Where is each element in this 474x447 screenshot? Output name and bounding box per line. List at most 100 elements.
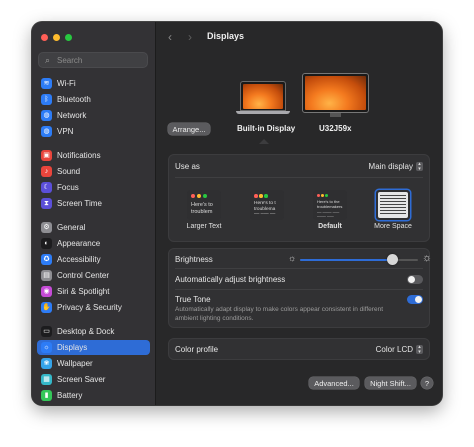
help-button[interactable]: ? (421, 377, 433, 389)
bluetooth-icon: ᛒ (41, 94, 52, 105)
wallpaper-preview (243, 84, 283, 109)
battery-icon: ▮ (41, 390, 52, 401)
divider (175, 268, 423, 269)
minimize-window-button[interactable] (53, 34, 60, 41)
brightness-group: Brightness ☼ ☼ Automatically adjust brig… (168, 248, 432, 328)
red-dot (254, 194, 258, 198)
sun-icon: ☼ (41, 342, 52, 353)
option-label-larger-text: Larger Text (186, 223, 222, 230)
advanced-button[interactable]: Advanced... (309, 377, 359, 389)
monitor-stand (330, 113, 341, 117)
sidebar-item-appearance[interactable]: ◐ Appearance (37, 236, 150, 251)
option-label-default: Default (318, 223, 342, 230)
zoom-window-button[interactable] (65, 34, 72, 41)
sidebar-item-label: Wi-Fi (57, 79, 76, 88)
laptop-base (236, 111, 290, 114)
preview-window (378, 192, 408, 218)
sidebar-item-displays[interactable]: ☼ Displays (37, 340, 150, 355)
sidebar-item-battery[interactable]: ▮ Battery (37, 388, 150, 403)
sidebar-item-label: Siri & Spotlight (57, 287, 110, 296)
color-profile-popup[interactable]: Color LCD ▴ ▾ (376, 345, 423, 354)
yellow-dot (259, 194, 263, 198)
preview-text: Here's to t troublema ‒‒ ‒‒‒ ‒‒ (254, 201, 276, 218)
sidebar-item-notifications[interactable]: ▣ Notifications (37, 148, 150, 163)
forward-button[interactable]: › (188, 30, 192, 44)
sidebar-item-label: Battery (57, 391, 83, 400)
sidebar-item-label: Network (57, 111, 87, 120)
sidebar-item-label: General (57, 223, 86, 232)
chevron-right-icon: › (188, 30, 192, 44)
sidebar-item-bluetooth[interactable]: ᛒ Bluetooth (37, 92, 150, 107)
hourglass-icon: ⧗ (41, 198, 52, 209)
moon-icon: ☾ (41, 182, 52, 193)
brightness-label: Brightness (175, 255, 213, 264)
search-input[interactable] (57, 53, 143, 67)
sidebar-item-label: Displays (57, 343, 88, 352)
red-dot (317, 194, 320, 197)
selection-pointer (259, 139, 269, 144)
globe-icon: ◍ (41, 110, 52, 121)
search-field[interactable]: ⌕ (38, 52, 148, 68)
use-as-popup[interactable]: Main display ▴ ▾ (369, 162, 423, 171)
auto-brightness-label: Automatically adjust brightness (175, 275, 286, 284)
preview-text-lines (380, 195, 406, 215)
sidebar-item-siri-spotlight[interactable]: ◉ Siri & Spotlight (37, 284, 150, 299)
sidebar-item-screen-saver[interactable]: ▦ Screen Saver (37, 372, 150, 387)
auto-brightness-toggle[interactable] (407, 275, 423, 284)
sidebar-item-label: Control Center (57, 271, 110, 280)
brightness-track[interactable] (300, 254, 418, 265)
sidebar-item-label: Wallpaper (57, 359, 93, 368)
sidebar-item-general[interactable]: ⚙ General (37, 220, 150, 235)
toggle-knob (415, 296, 422, 303)
green-dot (264, 194, 268, 198)
true-tone-toggle[interactable] (407, 295, 423, 304)
screen-saver-icon: ▦ (41, 374, 52, 385)
sidebar-item-control-center[interactable]: ▤ Control Center (37, 268, 150, 283)
sidebar-item-wi-fi[interactable]: ≋ Wi-Fi (37, 76, 150, 91)
sidebar-item-sound[interactable]: ♪ Sound (37, 164, 150, 179)
sidebar-item-accessibility[interactable]: ✪ Accessibility (37, 252, 150, 267)
sidebar-item-label: VPN (57, 127, 74, 136)
brightness-slider-knob[interactable] (387, 254, 398, 265)
page-title: Displays (207, 31, 245, 41)
chevron-left-icon: ‹ (168, 30, 172, 44)
sidebar-item-desktop-dock[interactable]: ▭ Desktop & Dock (37, 324, 150, 339)
red-dot (191, 194, 195, 198)
arrange-button[interactable]: Arrange... (168, 123, 210, 135)
true-tone-description: Automatically adapt display to make colo… (175, 306, 383, 322)
yellow-dot (197, 194, 201, 198)
resolution-option-2[interactable]: Here's to t troublema ‒‒ ‒‒‒ ‒‒ (250, 190, 284, 220)
toggle-knob (408, 276, 415, 283)
sidebar-item-privacy-security[interactable]: ✋ Privacy & Security (37, 300, 150, 315)
use-as-value: Main display (368, 162, 413, 171)
sidebar-item-focus[interactable]: ☾ Focus (37, 180, 150, 195)
close-window-button[interactable] (41, 34, 48, 41)
sidebar-item-label: Screen Saver (57, 375, 106, 384)
color-profile-value: Color LCD (375, 345, 413, 354)
sidebar-item-label: Sound (57, 167, 81, 176)
bell-icon: ▣ (41, 150, 52, 161)
sidebar-item-label: Focus (57, 183, 79, 192)
sidebar-item-label: Screen Time (57, 199, 102, 208)
night-shift-button[interactable]: Night Shift... (365, 377, 416, 389)
sidebar-item-screen-time[interactable]: ⧗ Screen Time (37, 196, 150, 211)
green-dot (203, 194, 207, 198)
sidebar-item-wallpaper[interactable]: ❀ Wallpaper (37, 356, 150, 371)
sidebar-item-vpn[interactable]: ◍ VPN (37, 124, 150, 139)
resolution-option-larger-text[interactable]: Here's to troublem (187, 190, 221, 220)
wallpaper-icon: ❀ (41, 358, 52, 369)
control-center-icon: ▤ (41, 270, 52, 281)
sidebar-item-label: Desktop & Dock (57, 327, 115, 336)
back-button[interactable]: ‹ (168, 30, 172, 44)
builtin-display-thumbnail[interactable] (236, 81, 290, 117)
resolution-option-more-space[interactable] (376, 190, 410, 220)
resolution-option-default[interactable]: Here's to the troublemakers ‒‒ ‒‒‒‒ ‒‒‒ ‒‒‒… (313, 190, 347, 220)
sidebar-item-label: Accessibility (57, 255, 101, 264)
sidebar: ⌕ ≋ Wi-Fi ᛒ Bluetooth ◍ Network ◍ VPN ▣ Notificat… (32, 22, 155, 405)
external-display-thumbnail[interactable] (302, 73, 369, 117)
color-profile-group: Color profile Color LCD ▴ ▾ (168, 338, 430, 360)
sidebar-item-network[interactable]: ◍ Network (37, 108, 150, 123)
hand-icon: ✋ (41, 302, 52, 313)
main-pane: ‹ › Displays Arrange... Built-in Display… (155, 22, 442, 405)
use-as-label: Use as (175, 162, 200, 171)
